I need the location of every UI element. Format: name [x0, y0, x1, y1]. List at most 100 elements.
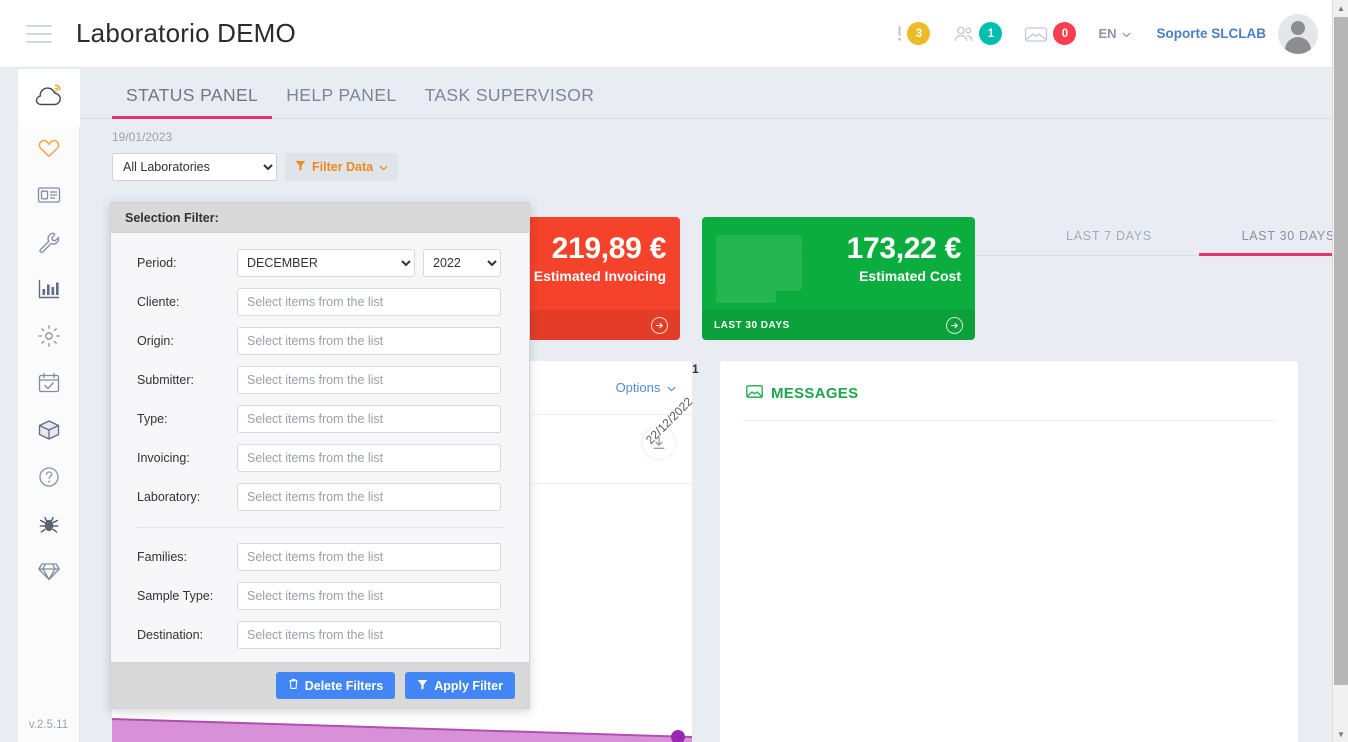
filter-field-sample-type[interactable] — [237, 581, 501, 610]
filter-data-label: Filter Data — [312, 160, 374, 174]
filter-label-origin: Origin: — [137, 333, 174, 348]
left-sidebar: v.2.5.11 — [17, 69, 80, 742]
chevron-down-icon — [664, 380, 676, 395]
filter-row-destination: Destination: — [111, 615, 529, 654]
tab-task-supervisor[interactable]: TASK SUPERVISOR — [411, 85, 609, 118]
tab-help-panel[interactable]: HELP PANEL — [272, 85, 410, 118]
kpi-value: 219,89 € — [551, 232, 667, 265]
filter-field-submitter[interactable] — [237, 365, 501, 394]
language-selector[interactable]: EN — [1098, 26, 1131, 41]
chevron-down-icon — [1121, 26, 1131, 41]
scroll-up-arrow-icon[interactable]: ▲ — [1333, 0, 1348, 16]
kpi-label: Estimated Invoicing — [533, 267, 666, 284]
filter-field-type[interactable] — [237, 404, 501, 433]
arrow-right-icon[interactable] — [651, 316, 668, 334]
selection-filter-panel: Selection Filter: Period: DECEMBER 2022 … — [110, 202, 530, 709]
arrow-right-icon[interactable] — [946, 316, 963, 334]
main-tabs: STATUS PANEL HELP PANEL TASK SUPERVISOR — [80, 69, 1332, 119]
sidebar-item-tools[interactable] — [18, 221, 80, 268]
funnel-icon — [417, 679, 428, 693]
sidebar-item-records[interactable] — [18, 174, 80, 221]
range-tab-last-7-days[interactable]: LAST 7 DAYS — [1019, 229, 1198, 255]
filter-field-families[interactable] — [237, 542, 501, 571]
sidebar-item-cloud[interactable] — [17, 69, 80, 127]
filter-toolbar: All Laboratories Filter Data — [80, 144, 1332, 181]
avatar[interactable] — [1278, 13, 1318, 54]
filter-label-destination: Destination: — [137, 627, 204, 642]
selection-filter-body: Period: DECEMBER 2022 Cliente: Origin: S… — [111, 233, 529, 654]
filter-label-families: Families: — [137, 549, 188, 564]
sidebar-item-help[interactable] — [18, 456, 80, 503]
current-date: 19/01/2023 — [112, 130, 173, 144]
chart-options-link[interactable]: Options — [616, 380, 676, 395]
messages-title: MESSAGES — [771, 385, 859, 402]
filter-select-month[interactable]: DECEMBER — [237, 248, 415, 277]
messages-card-header: MESSAGES — [720, 361, 1298, 402]
sidebar-item-issues[interactable] — [18, 503, 80, 550]
user-name-link[interactable]: Soporte SLCLAB — [1157, 26, 1267, 41]
funnel-icon — [295, 160, 306, 174]
filter-field-destination[interactable] — [237, 620, 501, 649]
heart-icon — [37, 137, 61, 164]
sidebar-item-reports[interactable] — [18, 268, 80, 315]
alerts-indicator[interactable]: 3 — [897, 22, 931, 45]
tab-status-panel[interactable]: STATUS PANEL — [112, 85, 273, 119]
filter-row-sample-type: Sample Type: — [111, 576, 529, 615]
kpi-card-estimated-cost[interactable]: 173,22 € Estimated Cost LAST 30 DAYS — [702, 217, 975, 340]
filter-label-type: Type: — [137, 411, 168, 426]
sidebar-item-favorites[interactable] — [18, 127, 80, 174]
users-icon — [952, 25, 974, 43]
filter-field-cliente[interactable] — [237, 287, 501, 316]
sidebar-item-calendar[interactable] — [18, 362, 80, 409]
kpi-body: 219,89 € Estimated Invoicing — [533, 232, 667, 284]
range-tab-last-30-days[interactable]: LAST 30 DAYS — [1198, 229, 1332, 256]
calendar-check-icon — [38, 372, 60, 399]
filter-label-invoicing: Invoicing: — [137, 450, 190, 465]
vertical-scrollbar[interactable]: ▲ ▼ — [1332, 0, 1348, 742]
filter-field-origin[interactable] — [237, 326, 501, 355]
exclamation-icon — [897, 25, 902, 42]
bug-icon — [38, 513, 60, 540]
chart-options-label: Options — [615, 380, 661, 395]
diamond-icon — [37, 560, 61, 587]
delete-filters-button[interactable]: Delete Filters — [275, 672, 396, 699]
bar-chart-icon — [37, 279, 61, 304]
envelope-icon — [746, 385, 763, 402]
delete-filters-label: Delete Filters — [304, 678, 384, 693]
sidebar-item-settings[interactable] — [18, 315, 80, 362]
filter-row-families: Families: — [111, 537, 529, 576]
kpi-footer-label: LAST 30 DAYS — [714, 319, 790, 331]
kpi-footer: LAST 30 DAYS — [702, 310, 975, 340]
filter-row-cliente: Cliente: — [111, 282, 529, 321]
filter-row-origin: Origin: — [111, 321, 529, 360]
filter-row-period: Period: DECEMBER 2022 — [111, 243, 529, 282]
apply-filter-label: Apply Filter — [434, 678, 503, 693]
hamburger-icon[interactable] — [26, 24, 52, 43]
laboratory-select[interactable]: All Laboratories — [112, 153, 277, 181]
alerts-badge: 3 — [907, 22, 931, 45]
apply-filter-button[interactable]: Apply Filter — [405, 672, 515, 699]
messages-card: MESSAGES — [720, 361, 1298, 742]
mail-indicator[interactable]: 0 — [1024, 22, 1077, 45]
scroll-down-arrow-icon[interactable]: ▼ — [1333, 726, 1348, 742]
sidebar-item-inventory[interactable] — [18, 409, 80, 456]
filter-label-submitter: Submitter: — [137, 372, 194, 387]
filter-select-year[interactable]: 2022 — [423, 248, 501, 277]
scrollbar-thumb[interactable] — [1334, 17, 1348, 685]
header-actions: 3 1 0 EN Soporte SLCLAB — [897, 13, 1332, 54]
page-title: Laboratorio DEMO — [76, 18, 296, 48]
filter-row-invoicing: Invoicing: — [111, 438, 529, 477]
sidebar-item-premium[interactable] — [18, 550, 80, 597]
chevron-down-icon — [379, 160, 388, 174]
messages-divider — [742, 420, 1276, 421]
users-indicator[interactable]: 1 — [952, 22, 1003, 45]
mail-badge: 0 — [1053, 22, 1077, 45]
kpi-label: Estimated Cost — [859, 267, 961, 284]
filter-field-invoicing[interactable] — [237, 443, 501, 472]
filter-field-laboratory[interactable] — [237, 482, 501, 511]
filter-data-button[interactable]: Filter Data — [285, 153, 399, 181]
app-root: Laboratorio DEMO 3 1 0 EN Soporte SLCLAB… — [0, 0, 1348, 742]
envelope-icon — [1024, 25, 1048, 43]
sidebar-gutter — [0, 69, 14, 742]
filter-label-laboratory: Laboratory: — [137, 489, 201, 504]
